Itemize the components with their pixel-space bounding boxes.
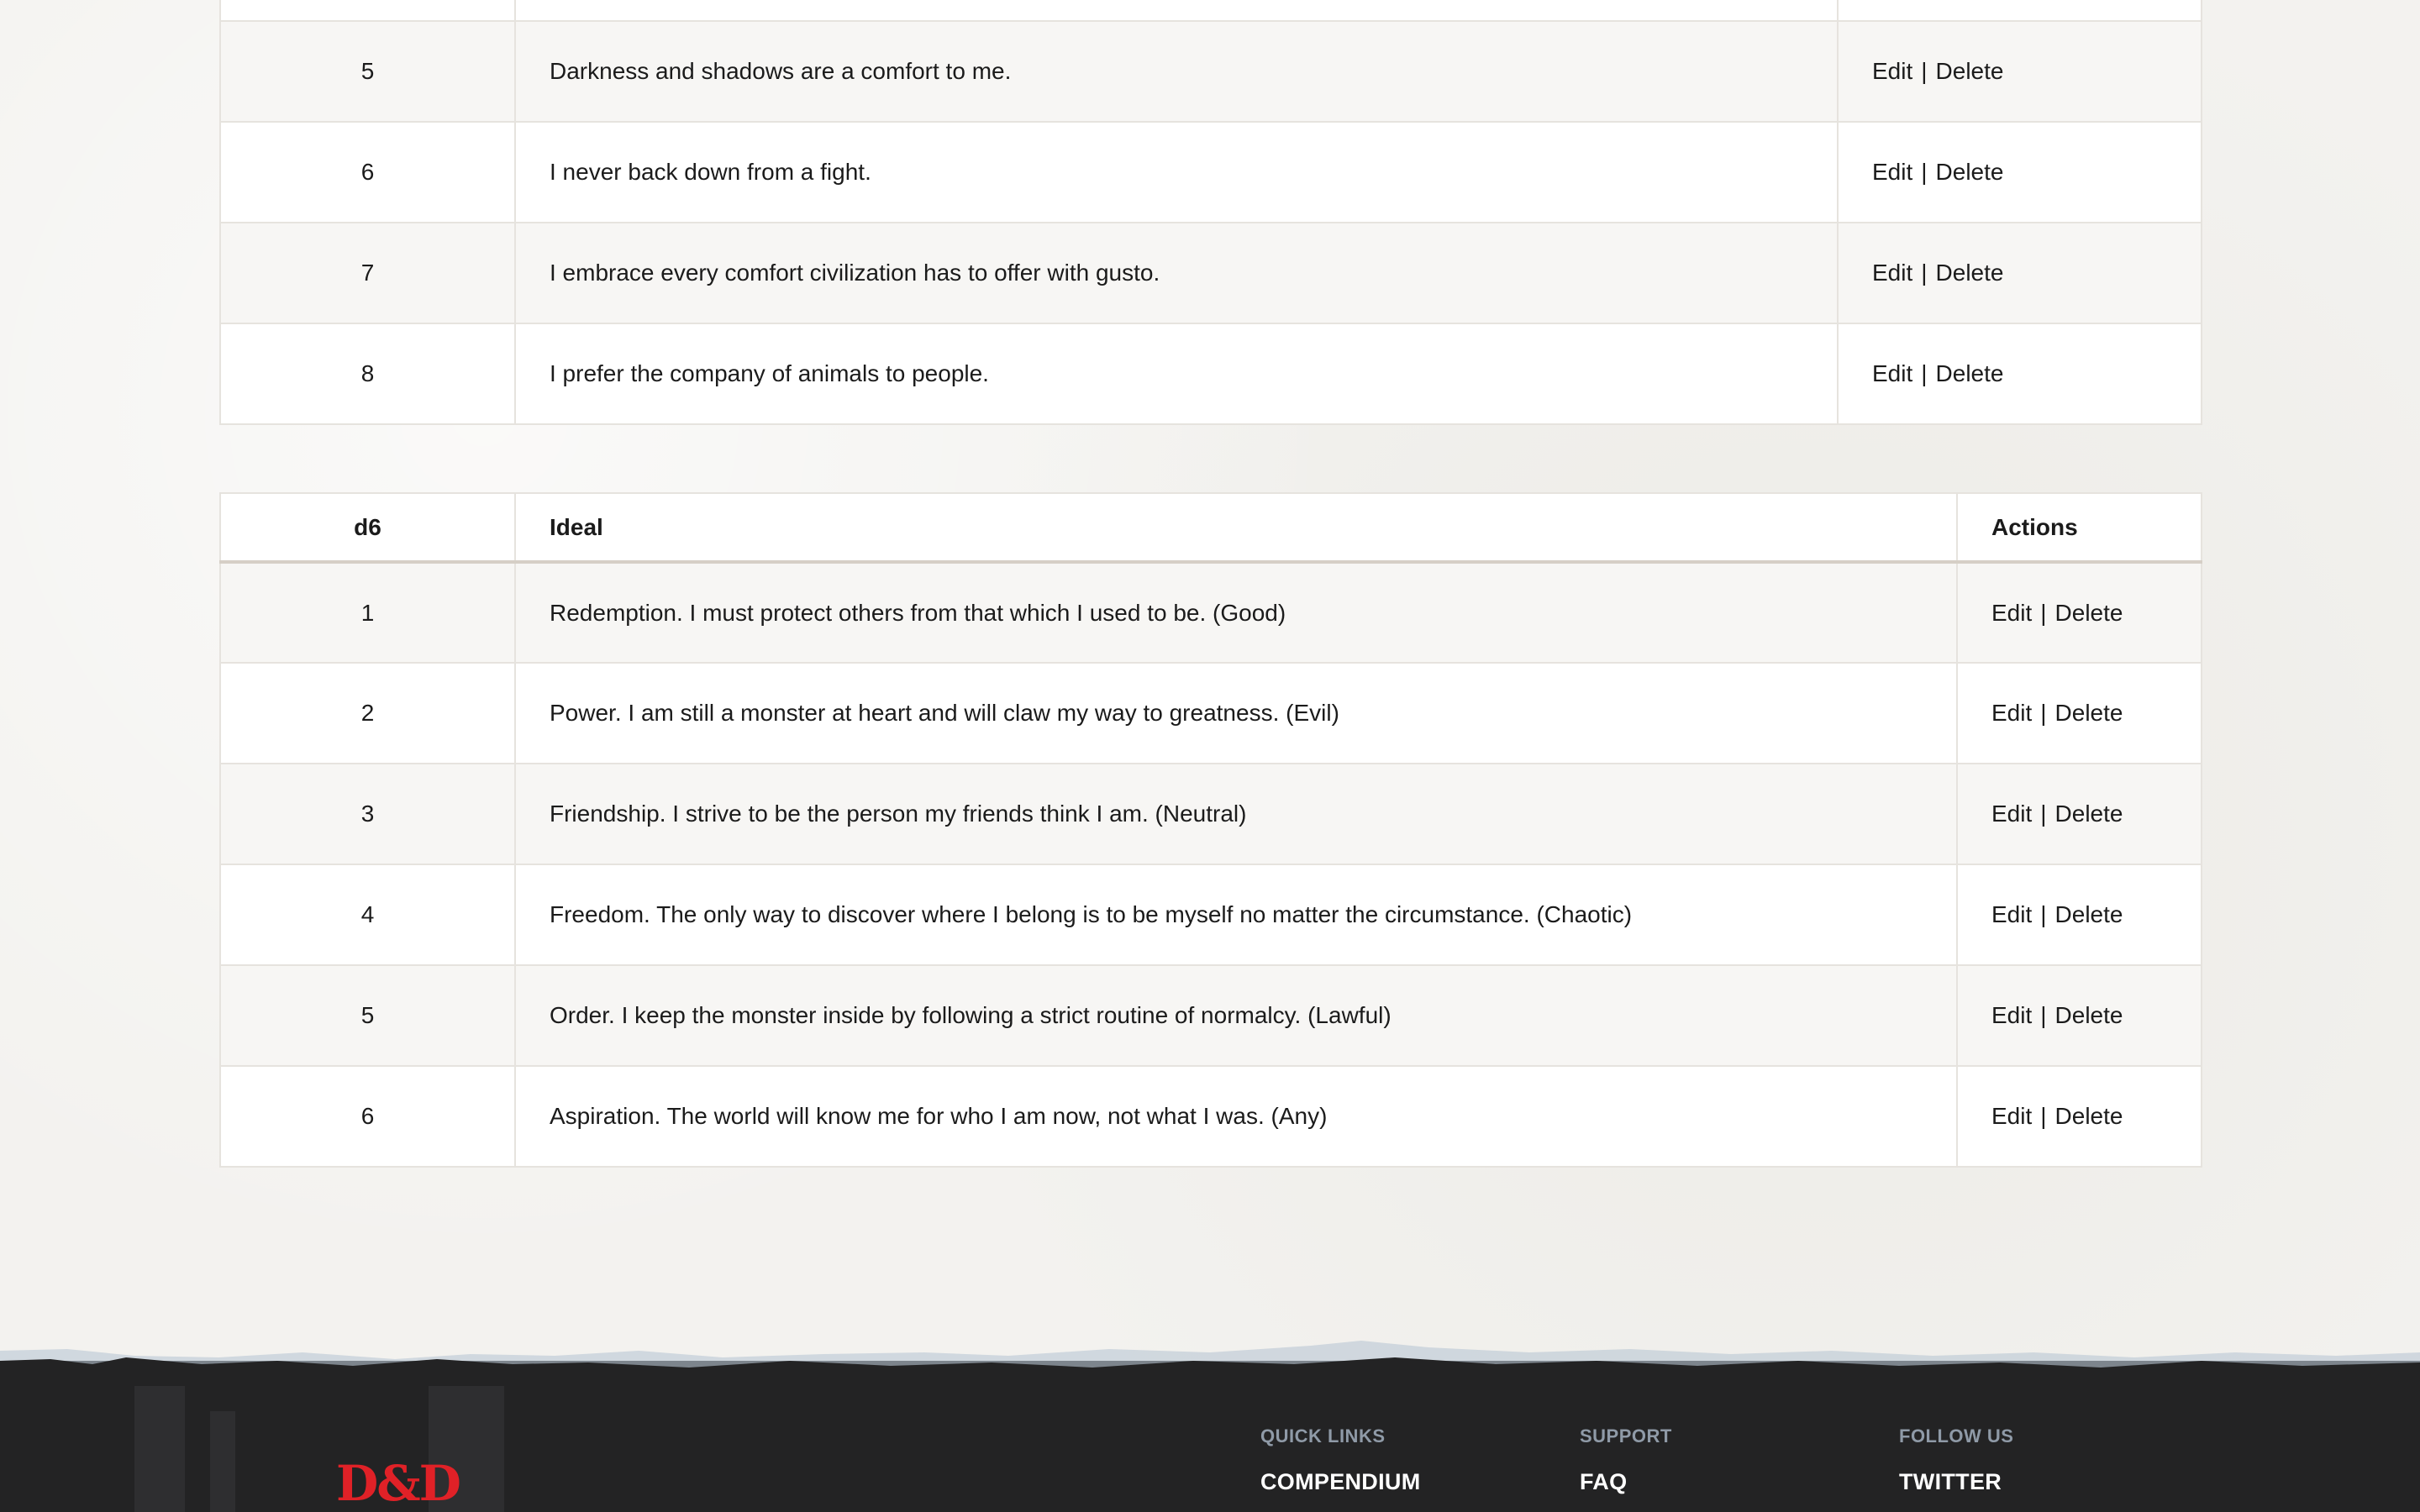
action-separator: | — [2040, 1002, 2047, 1028]
row-actions: Edit | Delete — [1956, 763, 2202, 865]
footer-column-follow-us: FOLLOW US TWITTER — [1899, 1425, 2013, 1495]
table-row: 6 I never back down from a fight. Edit | D… — [219, 121, 2202, 223]
footer-heading: FOLLOW US — [1899, 1425, 2014, 1446]
column-header-ideal: Ideal — [514, 492, 1958, 564]
column-header-actions: Actions — [1956, 492, 2202, 564]
edit-link[interactable]: Edit — [1872, 58, 1912, 84]
table-row: 3 Friendship. I strive to be the person … — [219, 763, 2202, 865]
footer-link-faq[interactable]: FAQ — [1580, 1469, 1672, 1495]
row-number: 1 — [219, 561, 516, 664]
action-separator: | — [2040, 599, 2047, 626]
edit-link[interactable]: Edit — [1872, 260, 1912, 286]
footer-column-quick-links: QUICK LINKS COMPENDIUM — [1260, 1425, 1421, 1495]
edit-link[interactable]: Edit — [1991, 700, 2032, 726]
row-number: 6 — [219, 1065, 516, 1168]
action-separator: | — [1921, 360, 1928, 386]
action-separator: | — [1921, 159, 1928, 185]
row-actions: Edit | Delete — [1956, 864, 2202, 966]
row-text: Aspiration. The world will know me for w… — [514, 1065, 1958, 1168]
edit-link[interactable]: Edit — [1991, 600, 2032, 626]
delete-link[interactable]: Delete — [2055, 1002, 2123, 1028]
row-number: 5 — [219, 964, 516, 1067]
table-row: 5 Order. I keep the monster inside by fo… — [219, 964, 2202, 1067]
footer-heading: QUICK LINKS — [1260, 1425, 1386, 1446]
row-number: 4 — [219, 864, 516, 966]
row-actions: Edit | Delete — [1956, 561, 2202, 664]
action-separator: | — [1921, 260, 1928, 286]
edit-link[interactable]: Edit — [1991, 801, 2032, 827]
row-actions: Edit | Delete — [1956, 1065, 2202, 1168]
row-text: I prefer the company of animals to peopl… — [514, 323, 1839, 425]
edit-link[interactable]: Edit — [1991, 901, 2032, 927]
row-actions: Edit | Delete — [1837, 121, 2202, 223]
action-separator: | — [1921, 58, 1928, 84]
row-text: Power. I am still a monster at heart and… — [514, 662, 1958, 764]
row-number: 8 — [219, 323, 516, 425]
row-number: 5 — [219, 20, 516, 123]
edit-link[interactable]: Edit — [1872, 159, 1912, 185]
row-actions: Edit | Delete — [1956, 964, 2202, 1067]
table-row: 8 I prefer the company of animals to peo… — [219, 323, 2202, 425]
row-text: Darkness and shadows are a comfort to me… — [514, 20, 1839, 123]
row-actions: Edit | Delete — [1837, 222, 2202, 324]
delete-link[interactable]: Delete — [1936, 58, 2004, 84]
edit-link[interactable]: Edit — [1991, 1103, 2032, 1129]
action-separator: | — [2040, 1103, 2047, 1129]
row-actions: Edit | Delete — [1837, 20, 2202, 123]
footer-column-support: SUPPORT FAQ — [1580, 1425, 1672, 1495]
footer-link-compendium[interactable]: COMPENDIUM — [1260, 1469, 1421, 1495]
table-row: 1 Redemption. I must protect others from… — [219, 561, 2202, 664]
action-separator: | — [2040, 901, 2047, 927]
table-row: 2 Power. I am still a monster at heart a… — [219, 662, 2202, 764]
delete-link[interactable]: Delete — [2055, 700, 2123, 726]
row-actions: Edit | Delete — [1837, 323, 2202, 425]
row-text: Friendship. I strive to be the person my… — [514, 763, 1958, 865]
row-number: 3 — [219, 763, 516, 865]
delete-link[interactable]: Delete — [1936, 159, 2004, 185]
table-row: 4 Freedom. The only way to discover wher… — [219, 864, 2202, 966]
row-text: I embrace every comfort civilization has… — [514, 222, 1839, 324]
action-separator: | — [2040, 801, 2047, 827]
site-footer: D&D QUICK LINKS COMPENDIUM SUPPORT FAQ F… — [0, 1327, 2420, 1512]
footer-link-twitter[interactable]: TWITTER — [1899, 1469, 2013, 1495]
table-row: 6 Aspiration. The world will know me for… — [219, 1065, 2202, 1168]
row-number: 7 — [219, 222, 516, 324]
table-row — [219, 0, 2202, 22]
row-text: Redemption. I must protect others from t… — [514, 561, 1958, 664]
delete-link[interactable]: Delete — [2055, 901, 2123, 927]
delete-link[interactable]: Delete — [2055, 600, 2123, 626]
table-header-row: d6 Ideal Actions — [219, 492, 2202, 564]
ideals-table: d6 Ideal Actions 1 Redemption. I must pr… — [219, 492, 2202, 1168]
row-text: Order. I keep the monster inside by foll… — [514, 964, 1958, 1067]
table-row: 5 Darkness and shadows are a comfort to … — [219, 20, 2202, 123]
delete-link[interactable]: Delete — [1936, 360, 2004, 386]
action-separator: | — [2040, 700, 2047, 726]
torn-paper-edge — [0, 1341, 2420, 1386]
dnd-logo[interactable]: D&D — [336, 1455, 461, 1512]
row-number: 6 — [219, 121, 516, 223]
footer-heading: SUPPORT — [1580, 1425, 1672, 1446]
column-header-die: d6 — [219, 492, 516, 564]
row-actions: Edit | Delete — [1956, 662, 2202, 764]
delete-link[interactable]: Delete — [1936, 260, 2004, 286]
row-text: I never back down from a fight. — [514, 121, 1839, 223]
edit-link[interactable]: Edit — [1991, 1002, 2032, 1028]
traits-table: 5 Darkness and shadows are a comfort to … — [219, 0, 2202, 425]
table-row: 7 I embrace every comfort civilization h… — [219, 222, 2202, 324]
delete-link[interactable]: Delete — [2055, 801, 2123, 827]
row-text: Freedom. The only way to discover where … — [514, 864, 1958, 966]
edit-link[interactable]: Edit — [1872, 360, 1912, 386]
delete-link[interactable]: Delete — [2055, 1103, 2123, 1129]
row-number: 2 — [219, 662, 516, 764]
footer-tree-silhouette — [134, 1378, 185, 1512]
footer-tree-silhouette — [210, 1411, 235, 1512]
